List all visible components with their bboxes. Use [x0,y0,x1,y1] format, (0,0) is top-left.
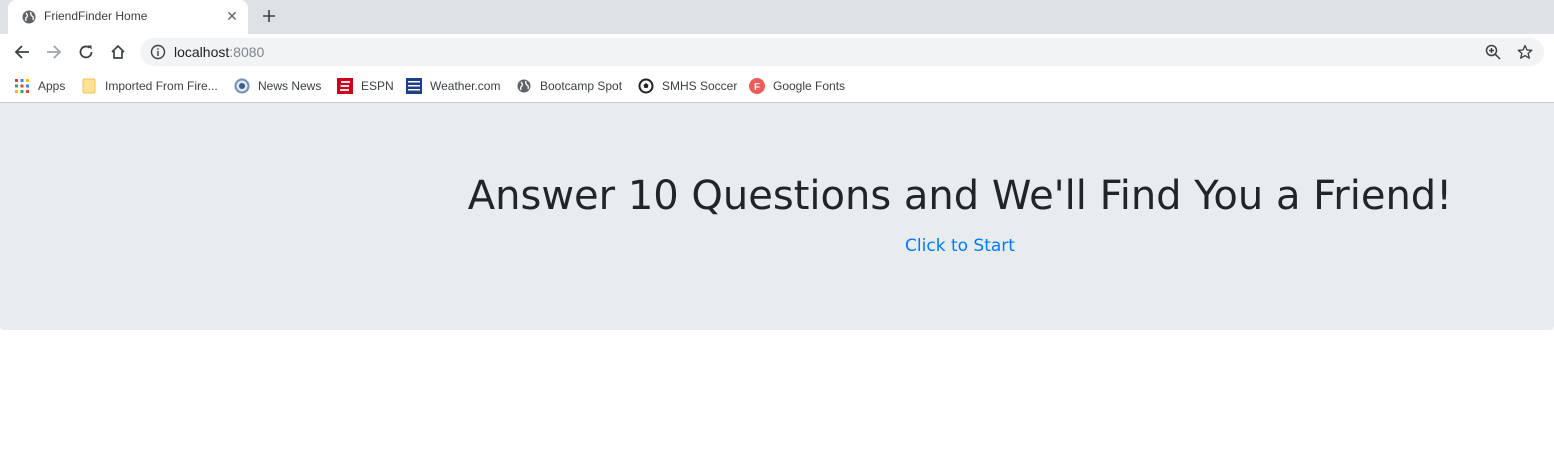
address-url[interactable]: localhost:8080 [174,44,264,60]
bookmark-google-fonts[interactable]: F Google Fonts [749,76,845,96]
espn-icon [337,78,353,94]
news-icon [234,78,250,94]
svg-text:F: F [754,82,760,93]
bookmark-news[interactable]: News News [234,76,321,96]
globe-icon [22,10,36,24]
bookmarks-bar: Apps Imported From Fire... News News ESP… [0,70,1554,103]
reload-button[interactable] [74,40,98,64]
info-icon[interactable] [150,44,166,60]
bookmark-apps[interactable]: Apps [14,76,65,96]
page-headline: Answer 10 Questions and We'll Find You a… [467,173,1453,219]
back-button[interactable] [10,40,34,64]
forward-button[interactable] [42,40,66,64]
globe-icon [516,78,532,94]
browser-toolbar: localhost:8080 [0,34,1554,70]
close-icon[interactable]: ✕ [224,8,240,24]
soccer-ball-icon [638,78,654,94]
bookmark-label: SMHS Soccer [662,79,738,93]
home-button[interactable] [106,40,130,64]
arrow-left-icon [14,45,29,59]
url-host: localhost [174,44,230,60]
bookmark-label: Weather.com [430,79,501,93]
reload-icon [79,45,93,59]
zoom-icon[interactable] [1484,43,1502,61]
address-bar[interactable]: localhost:8080 [140,38,1544,66]
bookmark-weather[interactable]: Weather.com [406,76,500,96]
new-tab-button[interactable] [258,6,280,28]
url-port: :8080 [229,44,265,60]
bookmark-label: Bootcamp Spot [540,79,623,93]
bookmark-star-icon[interactable] [1516,43,1534,61]
bookmark-label: Imported From Fire... [105,79,218,93]
weather-channel-icon [406,78,422,94]
home-icon [111,45,125,59]
folder-icon [81,78,97,94]
bookmark-espn[interactable]: ESPN [337,76,394,96]
browser-tab[interactable]: FriendFinder Home ✕ [8,0,248,34]
bookmark-bootcamp[interactable]: Bootcamp Spot [516,76,622,96]
bookmark-label: News News [258,79,322,93]
tab-strip: FriendFinder Home ✕ [0,0,1554,34]
apps-grid-icon [14,78,30,94]
jumbotron: Answer 10 Questions and We'll Find You a… [0,103,1554,330]
bookmark-imported-folder[interactable]: Imported From Fire... [81,76,218,96]
bookmark-label: Google Fonts [773,79,846,93]
tab-title: FriendFinder Home [44,9,148,23]
plus-icon [263,10,275,22]
bookmark-label: Apps [38,79,66,93]
google-fonts-icon: F [749,78,765,94]
arrow-right-icon [47,45,62,59]
click-to-start-link[interactable]: Click to Start [0,236,1554,256]
bookmark-label: ESPN [361,79,394,93]
bookmark-smhs-soccer[interactable]: SMHS Soccer [638,76,737,96]
